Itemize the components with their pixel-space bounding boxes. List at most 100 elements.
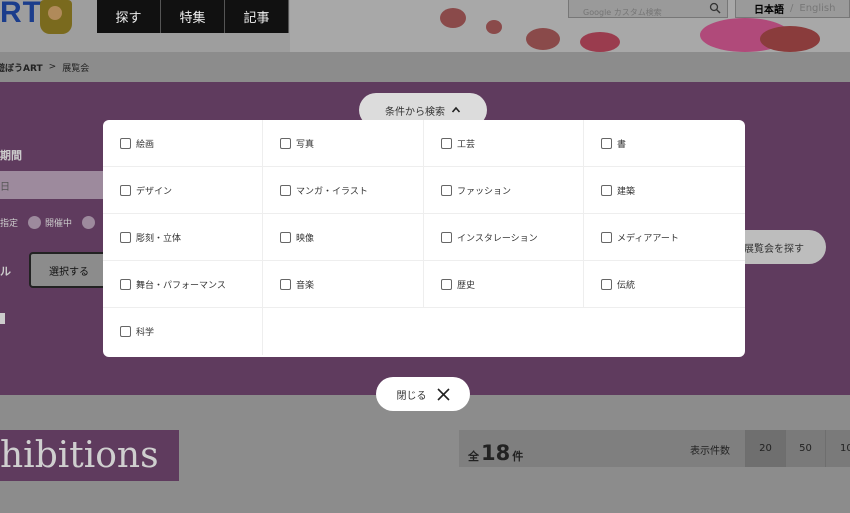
search-icon[interactable] xyxy=(709,2,721,14)
search-input[interactable] xyxy=(569,4,699,21)
checkbox[interactable] xyxy=(280,184,291,196)
condition-toggle-label: 条件から検索 xyxy=(385,106,445,118)
genre-option[interactable]: デザイン xyxy=(103,167,263,214)
genre-option[interactable]: インスタレーション xyxy=(424,214,584,261)
checkbox[interactable] xyxy=(120,231,131,243)
genre-option[interactable]: ファッション xyxy=(424,167,584,214)
exhibitions-title: hibitions xyxy=(0,430,179,481)
decorative-square xyxy=(0,313,5,324)
breadcrumb-separator: > xyxy=(48,62,57,72)
radio-other[interactable] xyxy=(82,216,96,229)
per-page-label: 表示件数 xyxy=(690,446,730,457)
genre-option[interactable]: 書 xyxy=(584,120,745,167)
close-button-label: 閉じる xyxy=(396,390,427,402)
genre-label-text: 絵画 xyxy=(136,139,155,150)
period-label: 期間 xyxy=(0,149,22,162)
checkbox[interactable] xyxy=(441,137,452,149)
genre-option[interactable]: マンガ・イラスト xyxy=(263,167,424,214)
genre-grid: 絵画 写真 工芸 書 デザイン マンガ・イラスト ファッション 建築 彫刻・立体… xyxy=(103,120,745,355)
genre-label-text: マンガ・イラスト xyxy=(296,186,368,197)
genre-option[interactable]: メディアアート xyxy=(584,214,745,261)
site-header: RT 探す 特集 記事 日本語 / English xyxy=(0,0,850,52)
splash-blob xyxy=(580,32,620,52)
total-count: 全 18 件 xyxy=(468,441,523,465)
genre-label-text: ファッション xyxy=(457,186,512,197)
genre-empty-cell xyxy=(263,308,424,355)
total-suffix: 件 xyxy=(512,450,524,463)
date-field[interactable]: 日 xyxy=(0,171,110,199)
genre-label-text: 工芸 xyxy=(457,139,476,150)
genre-label-text: 歴史 xyxy=(457,280,476,291)
genre-label-text: 映像 xyxy=(296,233,315,244)
genre-label-text: デザイン xyxy=(136,186,173,197)
checkbox[interactable] xyxy=(120,278,131,290)
genre-label-text: インスタレーション xyxy=(457,233,538,244)
genre-empty-cell xyxy=(424,308,584,355)
nav-item-feature[interactable]: 特集 xyxy=(161,0,225,33)
nav-item-search[interactable]: 探す xyxy=(97,0,161,33)
genre-option[interactable]: 歴史 xyxy=(424,261,584,308)
genre-option[interactable]: 写真 xyxy=(263,120,424,167)
per-page-100[interactable]: 10 xyxy=(825,430,850,467)
breadcrumb-home[interactable]: 遊ぼうART xyxy=(0,61,43,74)
breadcrumb: 遊ぼうART > 展覧会 xyxy=(0,52,850,82)
lang-english[interactable]: English xyxy=(799,3,835,14)
total-number: 18 xyxy=(481,441,511,465)
checkbox[interactable] xyxy=(120,137,131,149)
genre-label-text: 書 xyxy=(617,139,627,150)
total-prefix: 全 xyxy=(468,450,479,463)
genre-label: ル xyxy=(0,265,11,278)
genre-option[interactable]: 舞台・パフォーマンス xyxy=(103,261,263,308)
per-page-50[interactable]: 50 xyxy=(785,430,825,467)
splash-blob xyxy=(440,8,466,28)
checkbox[interactable] xyxy=(120,326,131,337)
breadcrumb-current: 展覧会 xyxy=(62,63,90,74)
checkbox[interactable] xyxy=(120,184,131,196)
close-icon xyxy=(436,387,450,401)
genre-label-text: 科学 xyxy=(136,328,155,338)
genre-label-text: 伝統 xyxy=(617,280,636,291)
genre-option[interactable]: 絵画 xyxy=(103,120,263,167)
chevron-up-icon xyxy=(451,106,461,113)
checkbox[interactable] xyxy=(601,137,612,149)
genre-option[interactable]: 映像 xyxy=(263,214,424,261)
splash-blob xyxy=(760,26,820,52)
checkbox[interactable] xyxy=(601,184,612,196)
modal-close-button[interactable]: 閉じる xyxy=(376,377,470,411)
genre-option[interactable]: 科学 xyxy=(103,308,263,355)
lang-japanese[interactable]: 日本語 xyxy=(754,1,784,16)
genre-option[interactable]: 工芸 xyxy=(424,120,584,167)
genre-option[interactable]: 建築 xyxy=(584,167,745,214)
date-spec-label: 指定 xyxy=(0,219,19,229)
main-nav: 探す 特集 記事 xyxy=(97,0,289,33)
genre-option[interactable]: 伝統 xyxy=(584,261,745,308)
genre-modal: 絵画 写真 工芸 書 デザイン マンガ・イラスト ファッション 建築 彫刻・立体… xyxy=(103,120,745,357)
genre-label-text: 写真 xyxy=(296,139,315,150)
site-logo[interactable]: RT xyxy=(0,0,42,30)
radio-date-spec[interactable] xyxy=(28,216,42,229)
genre-option[interactable]: 彫刻・立体 xyxy=(103,214,263,261)
checkbox[interactable] xyxy=(280,137,291,149)
nav-item-articles[interactable]: 記事 xyxy=(225,0,289,33)
genre-label-text: 彫刻・立体 xyxy=(136,233,182,244)
logo-character xyxy=(40,0,72,34)
date-spec-row: 指定 開催中 xyxy=(0,216,96,229)
language-switcher: 日本語 / English xyxy=(735,0,850,18)
radio-ongoing-label: 開催中 xyxy=(45,219,73,229)
search-box xyxy=(568,0,728,21)
checkbox[interactable] xyxy=(601,278,612,290)
checkbox[interactable] xyxy=(441,184,452,196)
checkbox[interactable] xyxy=(441,278,452,290)
find-button-label: 展覧会を探す xyxy=(744,243,804,255)
splash-blob xyxy=(486,20,502,34)
genre-label-text: メディアアート xyxy=(617,233,679,244)
genre-option[interactable]: 音楽 xyxy=(263,261,424,308)
splash-blob xyxy=(526,28,560,50)
checkbox[interactable] xyxy=(280,231,291,243)
checkbox[interactable] xyxy=(280,278,291,290)
checkbox[interactable] xyxy=(601,231,612,243)
lang-separator: / xyxy=(790,3,794,14)
per-page-20[interactable]: 20 xyxy=(745,430,785,467)
checkbox[interactable] xyxy=(441,231,452,243)
genre-label-text: 建築 xyxy=(617,186,636,197)
